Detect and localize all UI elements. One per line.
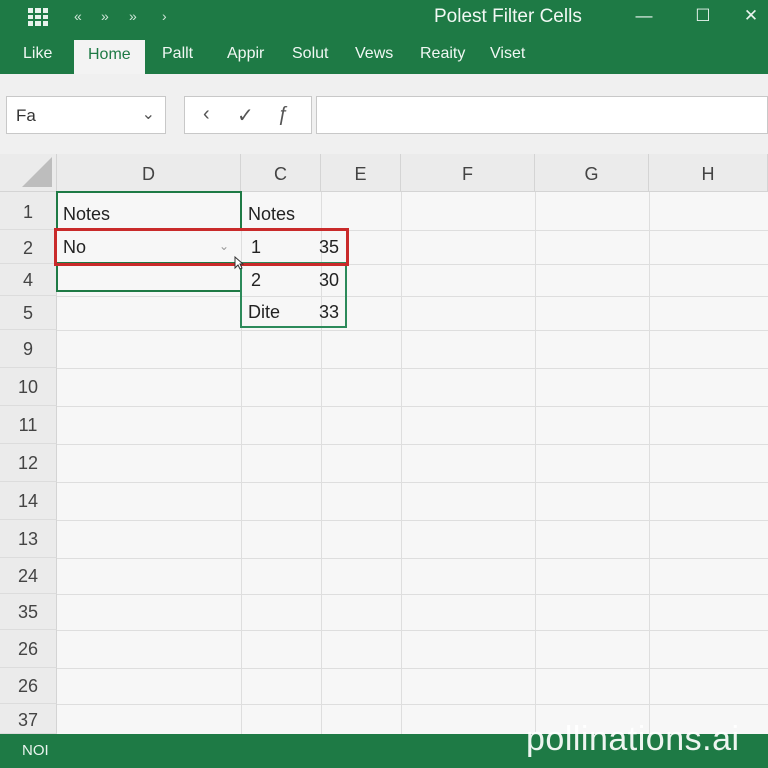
tab-vews[interactable]: Vews bbox=[355, 45, 393, 63]
quick-access-back-icon[interactable]: « bbox=[74, 8, 82, 24]
tab-appir[interactable]: Appir bbox=[227, 45, 264, 63]
close-button[interactable]: ✕ bbox=[741, 6, 761, 28]
row-header-24[interactable]: 24 bbox=[0, 558, 57, 594]
cell-c4-value[interactable]: 30 bbox=[319, 270, 339, 291]
window-title: Polest Filter Cells bbox=[434, 6, 582, 27]
formula-bar-input[interactable] bbox=[316, 96, 768, 134]
name-box[interactable]: Fa ⌄ bbox=[6, 96, 166, 134]
tab-viset[interactable]: Viset bbox=[490, 45, 525, 63]
row-header-14[interactable]: 14 bbox=[0, 482, 57, 520]
cell-c2-value[interactable]: 35 bbox=[319, 237, 339, 258]
cell-d1[interactable]: Notes bbox=[63, 204, 110, 225]
row-header-9[interactable]: 9 bbox=[0, 330, 57, 368]
row-header-26b[interactable]: 26 bbox=[0, 668, 57, 704]
mouse-cursor-icon bbox=[234, 256, 244, 270]
column-header-g[interactable]: G bbox=[535, 154, 649, 192]
cancel-icon[interactable]: ‹ bbox=[203, 103, 210, 126]
tab-solut[interactable]: Solut bbox=[292, 45, 328, 63]
watermark-text: pollinations.ai bbox=[526, 720, 740, 758]
row-header-11[interactable]: 11 bbox=[0, 406, 57, 444]
confirm-icon[interactable]: ✓ bbox=[237, 103, 254, 128]
cell-c2-label[interactable]: 1 bbox=[251, 237, 261, 258]
cell-c4-label[interactable]: 2 bbox=[251, 270, 261, 291]
dropdown-arrow-icon[interactable]: ⌄ bbox=[219, 239, 229, 253]
row-header-2[interactable]: 2 bbox=[0, 230, 57, 264]
worksheet-grid: D C E F G H 1 2 4 5 9 10 11 12 14 13 24 … bbox=[0, 154, 768, 734]
maximize-button[interactable]: ☐ bbox=[693, 6, 713, 28]
column-header-e[interactable]: E bbox=[321, 154, 401, 192]
cell-c5-value[interactable]: 33 bbox=[319, 302, 339, 323]
tab-home[interactable]: Home bbox=[74, 40, 145, 74]
ribbon-tabs: Like Home Pallt Appir Solut Vews Reaity … bbox=[0, 36, 768, 74]
column-header-d[interactable]: D bbox=[57, 154, 241, 192]
function-icon[interactable]: ƒ bbox=[277, 103, 288, 126]
app-grid-icon[interactable] bbox=[28, 8, 48, 26]
column-header-c[interactable]: C bbox=[241, 154, 321, 192]
cell-c1[interactable]: Notes bbox=[248, 204, 295, 225]
row-header-10[interactable]: 10 bbox=[0, 368, 57, 406]
row-header-12[interactable]: 12 bbox=[0, 444, 57, 482]
cell-d4-border bbox=[56, 262, 242, 292]
cell-c5-label[interactable]: Dite bbox=[248, 302, 280, 323]
row-header-37[interactable]: 37 bbox=[0, 704, 57, 734]
formula-toolbar: Fa ⌄ ‹ ✓ ƒ bbox=[0, 74, 768, 154]
quick-access-more-icon[interactable]: › bbox=[162, 8, 167, 24]
row-header-4[interactable]: 4 bbox=[0, 264, 57, 296]
tab-like[interactable]: Like bbox=[23, 45, 52, 63]
row-header-5[interactable]: 5 bbox=[0, 296, 57, 330]
tab-reaity[interactable]: Reaity bbox=[420, 45, 465, 63]
row-header-1[interactable]: 1 bbox=[0, 192, 57, 230]
status-mode-text: NOI bbox=[22, 742, 49, 759]
spreadsheet-app: « » » › Polest Filter Cells — ☐ ✕ Like H… bbox=[0, 0, 768, 768]
tab-pallt[interactable]: Pallt bbox=[162, 45, 193, 63]
chevron-down-icon[interactable]: ⌄ bbox=[142, 104, 155, 124]
row-header-35[interactable]: 35 bbox=[0, 594, 57, 630]
quick-access-forward-icon[interactable]: » bbox=[101, 8, 109, 24]
cell-d2[interactable]: No bbox=[63, 237, 86, 258]
active-row-highlight bbox=[54, 228, 349, 266]
select-all-corner[interactable] bbox=[0, 154, 57, 192]
column-header-f[interactable]: F bbox=[401, 154, 535, 192]
minimize-button[interactable]: — bbox=[634, 6, 654, 28]
title-bar: « » » › Polest Filter Cells — ☐ ✕ bbox=[0, 0, 768, 36]
row-header-13[interactable]: 13 bbox=[0, 520, 57, 558]
quick-access-redo-icon[interactable]: » bbox=[129, 8, 137, 24]
name-box-value: Fa bbox=[16, 106, 36, 125]
column-header-h[interactable]: H bbox=[649, 154, 768, 192]
formula-controls: ‹ ✓ ƒ bbox=[184, 96, 312, 134]
row-header-26a[interactable]: 26 bbox=[0, 630, 57, 668]
